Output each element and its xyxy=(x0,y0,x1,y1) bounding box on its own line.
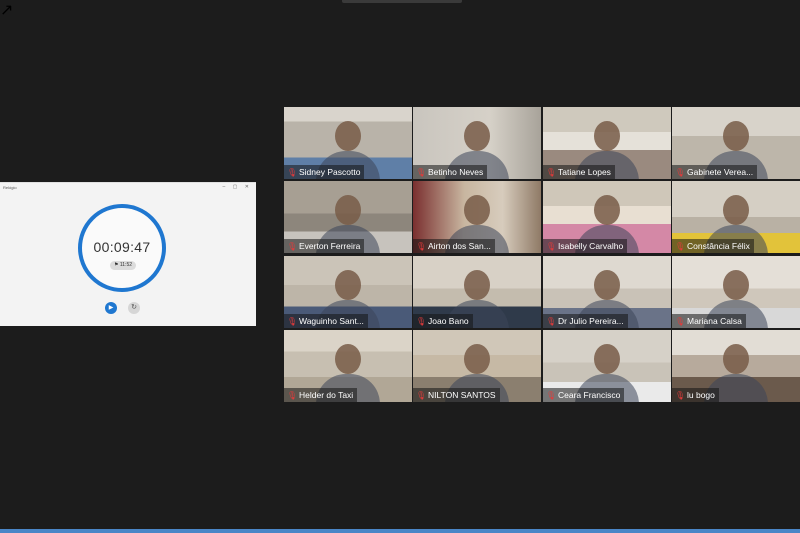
participant-name-tag: 🎙 Betinho Neves xyxy=(413,165,488,179)
participant-tile[interactable]: 🎙 Ceara Francisco xyxy=(543,330,671,402)
lap-time-chip: ⚑ 11:52 xyxy=(110,261,136,270)
participant-head xyxy=(335,270,361,300)
participant-name: Everton Ferreira xyxy=(299,241,361,251)
participant-name: Gabinete Verea... xyxy=(687,167,754,177)
mic-muted-icon: 🎙 xyxy=(675,317,686,326)
participant-name: Joao Bano xyxy=(428,316,469,326)
participant-head xyxy=(464,121,490,151)
participant-name: Airton dos San... xyxy=(428,241,491,251)
participant-head xyxy=(723,270,749,300)
participant-name: Constância Félix xyxy=(687,241,750,251)
participant-name-tag: 🎙 Gabinete Verea... xyxy=(672,165,758,179)
participant-name-tag: 🎙 Airton dos San... xyxy=(413,239,495,253)
participant-tile[interactable]: 🎙 Sidney Pascotto xyxy=(284,107,412,179)
participant-name-tag: 🎙 Dr Julio Pereira... xyxy=(543,314,628,328)
participant-tile[interactable]: 🎙 Mariana Calsa xyxy=(672,256,800,328)
lap-time: 11:52 xyxy=(119,262,133,268)
window-title: Relógio xyxy=(3,185,17,190)
stopwatch-time: 00:09:47 xyxy=(93,239,151,255)
participant-tile[interactable]: 🎙 Joao Bano xyxy=(413,256,541,328)
participant-tile[interactable]: 🎙 Gabinete Verea... xyxy=(672,107,800,179)
participant-tile[interactable]: 🎙 Constância Félix xyxy=(672,181,800,253)
participant-name: Waguinho Sant... xyxy=(299,316,364,326)
participant-head xyxy=(723,121,749,151)
mic-muted-icon: 🎙 xyxy=(546,317,557,326)
window-controls[interactable]: – ▢ ✕ xyxy=(223,184,252,190)
participant-tile[interactable]: 🎙 Dr Julio Pereira... xyxy=(543,256,671,328)
mic-muted-icon: 🎙 xyxy=(675,242,686,251)
participant-name: Mariana Calsa xyxy=(687,316,742,326)
window-titlebar[interactable]: Relógio – ▢ ✕ xyxy=(0,183,256,193)
participant-head xyxy=(335,195,361,225)
participant-head xyxy=(594,121,620,151)
participant-tile[interactable]: 🎙 Waguinho Sant... xyxy=(284,256,412,328)
pin-icon[interactable]: ↗ xyxy=(0,2,13,19)
mic-muted-icon: 🎙 xyxy=(546,168,557,177)
participant-name: NILTON SANTOS xyxy=(428,390,496,400)
mic-muted-icon: 🎙 xyxy=(416,242,427,251)
participant-name: Ceara Francisco xyxy=(558,390,621,400)
participant-name-tag: 🎙 Mariana Calsa xyxy=(672,314,746,328)
participant-head xyxy=(464,344,490,374)
participant-tile[interactable]: 🎙 Helder do Taxi xyxy=(284,330,412,402)
participant-head xyxy=(594,270,620,300)
flag-icon: ⚑ xyxy=(113,262,119,268)
mic-muted-icon: 🎙 xyxy=(287,168,298,177)
mic-muted-icon: 🎙 xyxy=(546,391,557,400)
mic-muted-icon: 🎙 xyxy=(416,168,427,177)
participant-head xyxy=(594,344,620,374)
participant-name: Sidney Pascotto xyxy=(299,167,361,177)
mic-muted-icon: 🎙 xyxy=(416,317,427,326)
mic-muted-icon: 🎙 xyxy=(287,391,298,400)
participant-name-tag: 🎙 Isabelly Carvalho xyxy=(543,239,628,253)
participant-name-tag: 🎙 Everton Ferreira xyxy=(284,239,365,253)
mic-muted-icon: 🎙 xyxy=(546,242,557,251)
participant-name: lu bogo xyxy=(687,390,715,400)
participant-name-tag: 🎙 Constância Félix xyxy=(672,239,754,253)
participant-head xyxy=(335,344,361,374)
participant-name-tag: 🎙 Waguinho Sant... xyxy=(284,314,368,328)
participant-tile[interactable]: 🎙 NILTON SANTOS xyxy=(413,330,541,402)
mic-muted-icon: 🎙 xyxy=(675,391,686,400)
participant-name-tag: 🎙 Joao Bano xyxy=(413,314,473,328)
participant-name: Dr Julio Pereira... xyxy=(558,316,624,326)
top-toolbar-handle[interactable] xyxy=(342,0,462,3)
participant-tile[interactable]: 🎙 lu bogo xyxy=(672,330,800,402)
participant-head xyxy=(723,195,749,225)
participant-name: Betinho Neves xyxy=(428,167,484,177)
participant-name: Isabelly Carvalho xyxy=(558,241,624,251)
reset-icon: ↻ xyxy=(131,304,137,311)
mic-muted-icon: 🎙 xyxy=(287,317,298,326)
participant-name-tag: 🎙 Sidney Pascotto xyxy=(284,165,365,179)
mic-muted-icon: 🎙 xyxy=(287,242,298,251)
bottom-accent-bar xyxy=(0,529,800,533)
participant-head xyxy=(464,270,490,300)
participant-name: Helder do Taxi xyxy=(299,390,354,400)
reset-button[interactable]: ↻ xyxy=(128,302,140,314)
participant-name: Tatiane Lopes xyxy=(558,167,611,177)
participant-head xyxy=(594,195,620,225)
participant-head xyxy=(335,121,361,151)
participant-tile[interactable]: 🎙 Everton Ferreira xyxy=(284,181,412,253)
play-button[interactable]: ▶ xyxy=(105,302,117,314)
participant-name-tag: 🎙 lu bogo xyxy=(672,388,719,402)
participant-name-tag: 🎙 Helder do Taxi xyxy=(284,388,358,402)
participant-head xyxy=(723,344,749,374)
participant-tile[interactable]: 🎙 Betinho Neves xyxy=(413,107,541,179)
participant-tile[interactable]: 🎙 Airton dos San... xyxy=(413,181,541,253)
mic-muted-icon: 🎙 xyxy=(416,391,427,400)
participant-name-tag: 🎙 Tatiane Lopes xyxy=(543,165,615,179)
participant-tile[interactable]: 🎙 Isabelly Carvalho xyxy=(543,181,671,253)
play-icon: ▶ xyxy=(108,305,114,311)
participant-name-tag: 🎙 Ceara Francisco xyxy=(543,388,625,402)
participant-head xyxy=(464,195,490,225)
participant-tile[interactable]: 🎙 Tatiane Lopes xyxy=(543,107,671,179)
mic-muted-icon: 🎙 xyxy=(675,168,686,177)
participant-name-tag: 🎙 NILTON SANTOS xyxy=(413,388,500,402)
